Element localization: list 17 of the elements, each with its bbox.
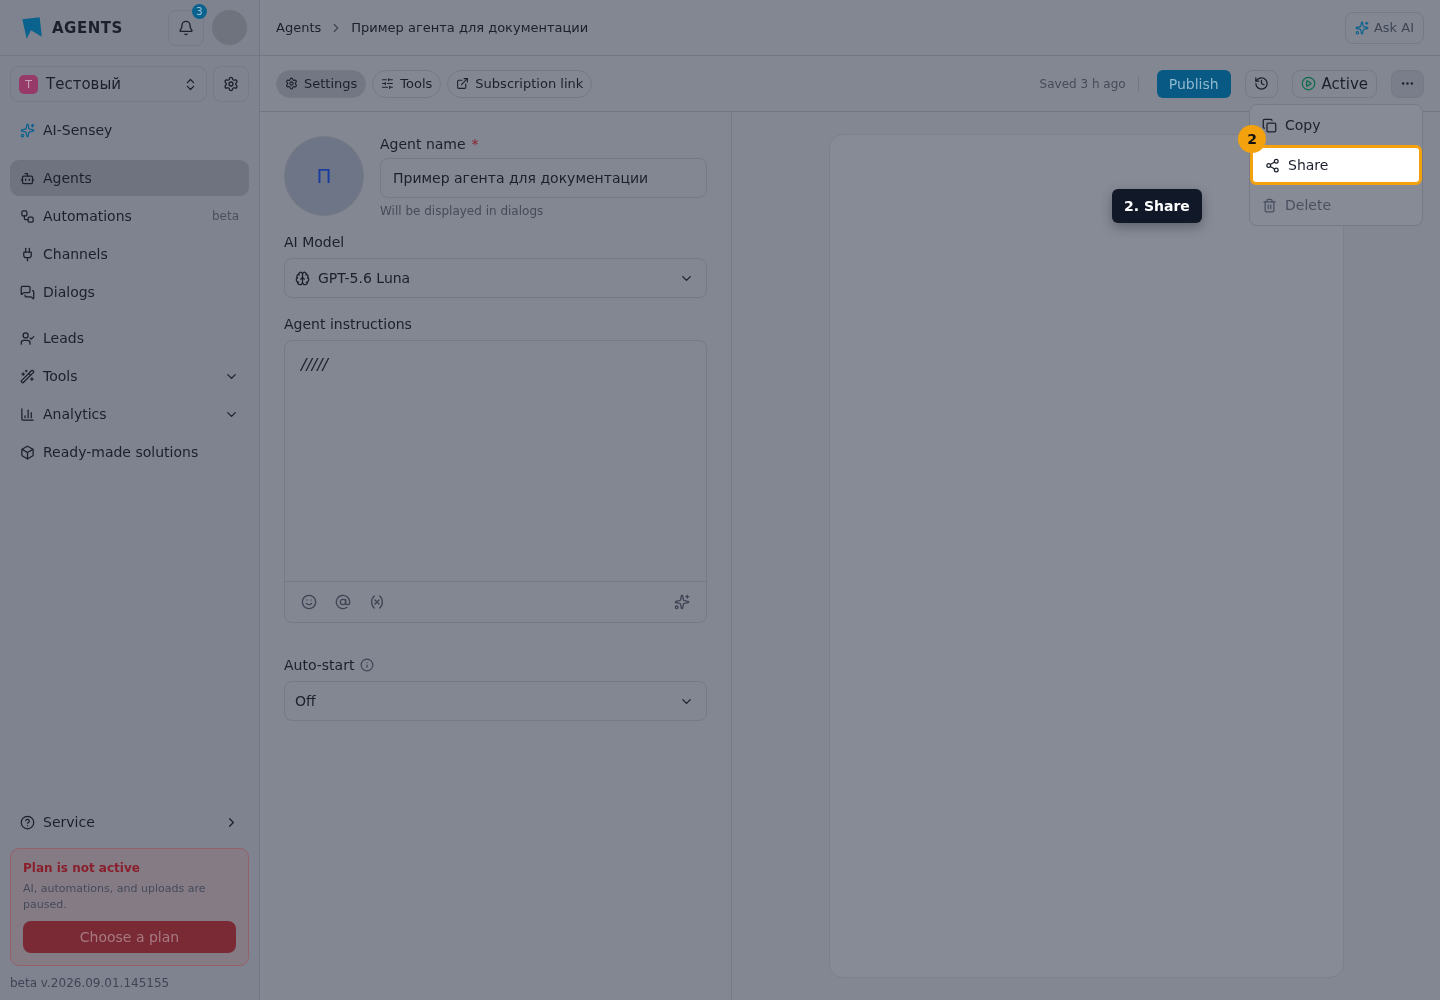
workspace-initial: T	[19, 74, 38, 94]
agent-avatar: П	[284, 136, 364, 216]
logo-text: AGENTS	[52, 18, 124, 37]
field-label: AI Model	[284, 234, 345, 250]
saved-status: Saved 3 h ago	[1039, 76, 1139, 91]
field-label: Agent instructions	[284, 316, 412, 332]
field-label: Agent name	[380, 136, 466, 152]
tooltip: 2. Share	[1112, 189, 1202, 223]
field-label: Auto-start	[284, 657, 355, 673]
breadcrumb: Пример агента для документации	[351, 20, 589, 35]
notice-title: Plan is not active	[23, 861, 141, 875]
notice-text: AI, automations, and uploads are paused.	[23, 881, 207, 913]
step-tooltip: 2	[1238, 125, 1266, 153]
notification-count: 3	[192, 3, 207, 19]
required-mark: *	[471, 136, 479, 152]
field-hint: Will be displayed in dialogs	[380, 204, 545, 218]
version-label: beta v.2026.09.01.145155	[9, 975, 171, 992]
